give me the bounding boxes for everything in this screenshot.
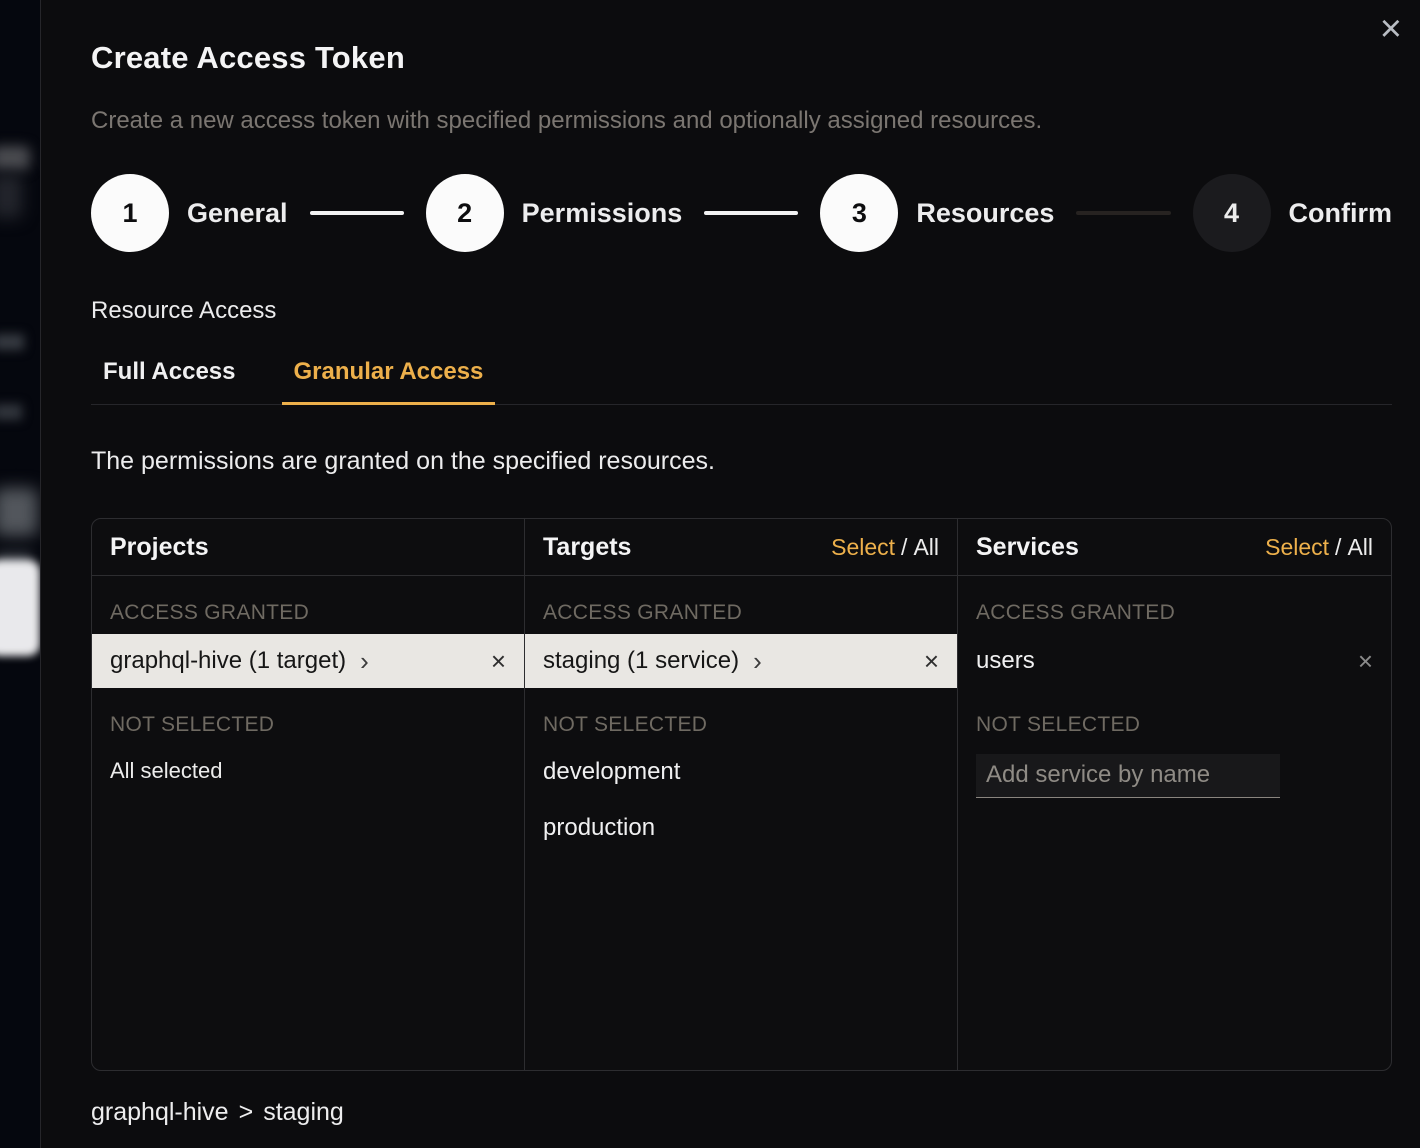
targets-column-title: Targets [543, 533, 631, 562]
targets-all-link[interactable]: All [913, 534, 939, 560]
close-icon[interactable]: × [1380, 10, 1402, 48]
remove-service-icon[interactable]: × [1358, 648, 1373, 674]
step-label: Permissions [522, 198, 683, 229]
background-blur-shape [0, 174, 22, 218]
projects-not-selected-label: NOT SELECTED [92, 713, 524, 737]
step-number-circle: 1 [91, 174, 169, 252]
step-general[interactable]: 1 General [91, 174, 288, 252]
step-connector [1076, 211, 1170, 215]
projects-access-granted-label: ACCESS GRANTED [92, 601, 524, 625]
targets-select-links: Select/All [831, 534, 939, 561]
background-blur-shape [0, 560, 40, 656]
services-select-link[interactable]: Select [1265, 534, 1329, 560]
projects-column: Projects ACCESS GRANTED graphql-hive (1 … [92, 519, 525, 1070]
services-access-granted-label: ACCESS GRANTED [958, 601, 1391, 625]
step-label: Resources [916, 198, 1054, 229]
background-blur-shape [0, 146, 30, 170]
select-links-divider: / [901, 534, 907, 560]
step-connector [704, 211, 798, 215]
services-column-header: Services Select/All [958, 519, 1391, 576]
chevron-right-icon: › [360, 648, 369, 674]
modal-title: Create Access Token [91, 40, 1392, 76]
selected-target-label: staging (1 service) [543, 647, 739, 675]
selected-project-label: graphql-hive (1 target) [110, 647, 346, 675]
step-number-circle: 3 [820, 174, 898, 252]
services-column: Services Select/All ACCESS GRANTED users… [958, 519, 1391, 1070]
step-permissions[interactable]: 2 Permissions [426, 174, 683, 252]
remove-project-icon[interactable]: × [491, 648, 506, 674]
selected-project-row[interactable]: graphql-hive (1 target) › × [92, 634, 524, 688]
targets-access-granted-label: ACCESS GRANTED [525, 601, 957, 625]
selected-service-row[interactable]: users × [958, 634, 1391, 688]
background-blur-shape [0, 404, 22, 420]
targets-unselected-list: development production [525, 744, 957, 856]
chevron-right-icon: › [753, 648, 762, 674]
tab-full-access[interactable]: Full Access [91, 358, 248, 405]
breadcrumb-separator: > [239, 1098, 254, 1127]
wizard-stepper: 1 General 2 Permissions 3 Resources 4 Co… [91, 174, 1392, 252]
breadcrumb: graphql-hive > staging [91, 1098, 1392, 1127]
selected-target-row[interactable]: staging (1 service) › × [525, 634, 957, 688]
step-number-circle: 2 [426, 174, 504, 252]
step-number-circle: 4 [1193, 174, 1271, 252]
targets-column-header: Targets Select/All [525, 519, 957, 576]
tab-granular-access[interactable]: Granular Access [282, 358, 496, 405]
remove-target-icon[interactable]: × [924, 648, 939, 674]
resource-access-heading: Resource Access [91, 297, 1392, 325]
granular-access-description: The permissions are granted on the speci… [91, 447, 1392, 476]
projects-all-selected-note: All selected [92, 758, 524, 784]
services-not-selected-label: NOT SELECTED [958, 713, 1391, 737]
create-access-token-modal: × Create Access Token Create a new acces… [40, 0, 1420, 1148]
projects-column-title: Projects [110, 533, 209, 562]
breadcrumb-target: staging [263, 1098, 344, 1127]
services-select-links: Select/All [1265, 534, 1373, 561]
target-item-development[interactable]: development [525, 744, 957, 800]
selected-service-label: users [976, 647, 1035, 675]
step-label: Confirm [1289, 198, 1393, 229]
targets-column: Targets Select/All ACCESS GRANTED stagin… [525, 519, 958, 1070]
services-all-link[interactable]: All [1347, 534, 1373, 560]
select-links-divider: / [1335, 534, 1341, 560]
step-label: General [187, 198, 288, 229]
background-blur-shape [0, 488, 38, 536]
access-mode-tabs: Full Access Granular Access [91, 358, 1392, 405]
step-connector [310, 211, 404, 215]
background-page-strip [0, 0, 40, 1148]
breadcrumb-project: graphql-hive [91, 1098, 229, 1127]
target-item-production[interactable]: production [525, 800, 957, 856]
step-resources[interactable]: 3 Resources [820, 174, 1054, 252]
services-column-title: Services [976, 533, 1079, 562]
projects-column-header: Projects [92, 519, 524, 576]
targets-not-selected-label: NOT SELECTED [525, 713, 957, 737]
background-blur-shape [0, 334, 24, 350]
step-confirm[interactable]: 4 Confirm [1193, 174, 1393, 252]
targets-select-link[interactable]: Select [831, 534, 895, 560]
modal-subtitle: Create a new access token with specified… [91, 107, 1392, 135]
resource-picker-table: Projects ACCESS GRANTED graphql-hive (1 … [91, 518, 1392, 1071]
add-service-input[interactable] [976, 754, 1280, 798]
